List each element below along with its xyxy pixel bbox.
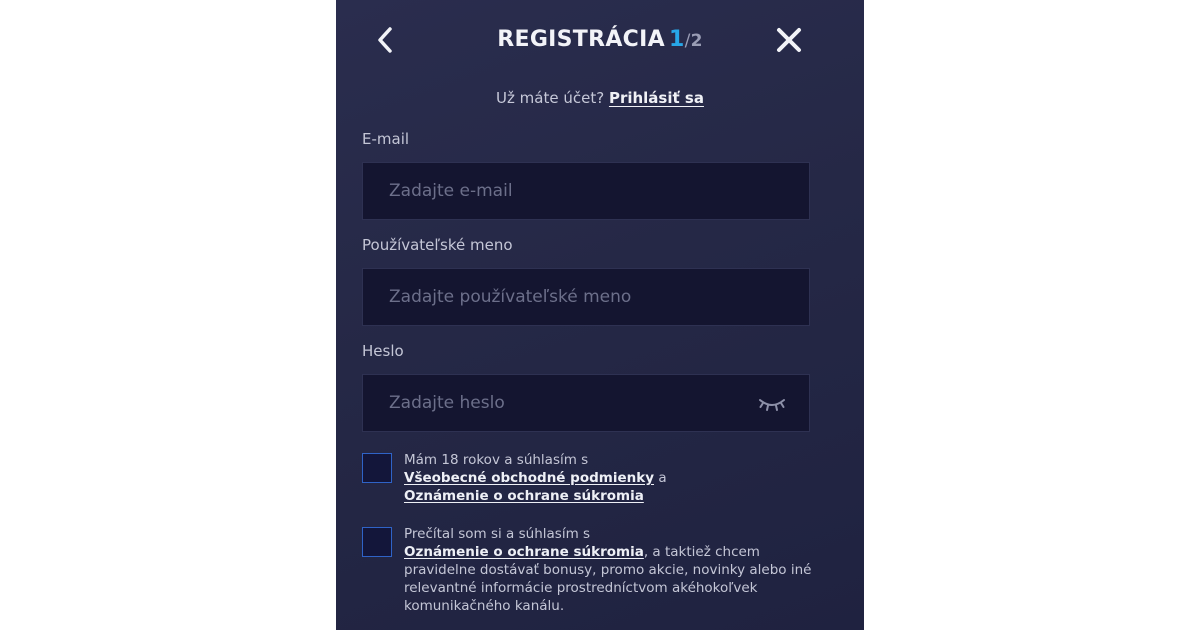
title-text: REGISTRÁCIA [497,27,665,52]
step-total: 2 [690,31,703,51]
privacy-link[interactable]: Oznámenie o ochrane súkromia [404,488,644,504]
password-field-wrapper [362,374,810,432]
marketing-consent-prefix: Prečítal som si a súhlasím s [404,526,591,542]
username-field[interactable] [363,269,809,325]
age-consent-text: Mám 18 rokov a súhlasím s Všeobecné obch… [404,451,812,505]
age-consent-prefix: Mám 18 rokov a súhlasím s [404,452,589,468]
password-field[interactable] [363,375,809,431]
eye-closed-icon [759,399,785,411]
registration-panel: REGISTRÁCIA 1/2 Už máte účet? Prihlásiť s… [336,0,864,630]
marketing-privacy-link[interactable]: Oznámenie o ochrane súkromia [404,544,644,560]
email-field-wrapper [362,162,810,220]
step-current: 1 [668,27,685,52]
login-prompt-text: Už máte účet? [496,89,605,107]
username-label: Používateľské meno [362,236,513,254]
password-visibility-toggle[interactable] [757,393,787,415]
marketing-consent-text: Prečítal som si a súhlasím s Oznámenie o… [404,525,812,615]
username-field-wrapper [362,268,810,326]
age-consent-conjunction: a [658,470,667,486]
email-label: E-mail [362,130,410,148]
email-field[interactable] [363,163,809,219]
login-link[interactable]: Prihlásiť sa [609,89,704,107]
marketing-consent-checkbox[interactable] [362,527,392,557]
age-consent-checkbox[interactable] [362,453,392,483]
close-button[interactable] [773,24,805,56]
terms-link[interactable]: Všeobecné obchodné podmienky [404,470,654,486]
login-prompt: Už máte účet? Prihlásiť sa [336,88,864,108]
close-icon [777,28,801,52]
password-label: Heslo [362,342,404,360]
